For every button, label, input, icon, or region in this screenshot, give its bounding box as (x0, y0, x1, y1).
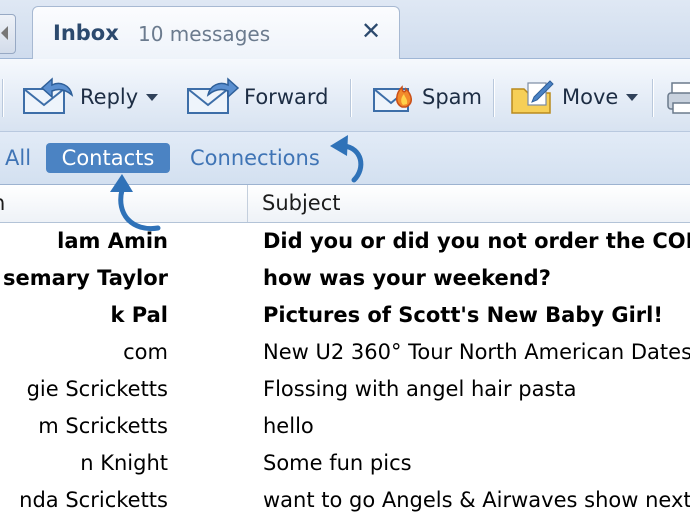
message-list: lam Amin Did you or did you not order th… (0, 223, 690, 518)
message-row[interactable]: m Scricketts hello (0, 408, 690, 445)
message-subject: Flossing with angel hair pasta (263, 377, 577, 401)
message-sender: nda Scricketts (19, 488, 168, 512)
spam-button[interactable]: Spam (372, 75, 482, 119)
callout-arrow-icon (330, 135, 364, 183)
message-sender: gie Scricketts (26, 377, 168, 401)
chevron-left-icon (1, 26, 8, 40)
chevron-down-icon[interactable] (146, 93, 159, 101)
message-sender: com (123, 340, 168, 364)
message-subject: want to go Angels & Airwaves show next (263, 488, 690, 512)
tab-strip: Inbox 10 messages ✕ (0, 0, 690, 60)
filter-all[interactable]: All (5, 146, 31, 170)
print-button[interactable] (664, 75, 690, 119)
toolbar-divider (350, 79, 351, 117)
filter-contacts[interactable]: Contacts (46, 143, 170, 173)
message-subject: how was your weekend? (263, 266, 551, 290)
message-subject: Did you or did you not order the COI (263, 229, 690, 253)
forward-button[interactable]: Forward (186, 75, 328, 119)
callout-arrow-icon (110, 174, 161, 232)
column-header-subject[interactable]: Subject (262, 191, 341, 215)
tab-inbox[interactable]: Inbox 10 messages ✕ (32, 6, 400, 60)
message-subject: hello (263, 414, 314, 438)
message-subject: Some fun pics (263, 451, 412, 475)
toolbar-divider (2, 79, 3, 117)
tab-scroll-left-button[interactable] (0, 14, 16, 54)
message-sender: semary Taylor (3, 266, 168, 290)
tab-message-count: 10 messages (138, 22, 271, 46)
message-row[interactable]: gie Scricketts Flossing with angel hair … (0, 371, 690, 408)
move-label: Move (562, 85, 619, 109)
toolbar-divider (493, 79, 494, 117)
reply-button[interactable]: Reply (22, 75, 159, 119)
message-sender: n Knight (80, 451, 168, 475)
toolbar: Reply Forward Spam Move (0, 59, 690, 132)
message-row[interactable]: semary Taylor how was your weekend? (0, 260, 690, 297)
chevron-down-icon[interactable] (626, 93, 639, 101)
envelope-reply-icon (22, 77, 74, 117)
toolbar-divider (652, 79, 653, 117)
message-subject: Pictures of Scott's New Baby Girl! (263, 303, 663, 327)
message-row[interactable]: n Knight Some fun pics (0, 445, 690, 482)
tab-title: Inbox (53, 21, 119, 45)
printer-icon (664, 77, 690, 117)
message-sender: k Pal (110, 303, 168, 327)
forward-label: Forward (244, 85, 329, 109)
column-resize-handle[interactable] (247, 185, 248, 222)
column-header-from[interactable]: n (0, 191, 5, 215)
envelope-spam-icon (372, 77, 416, 117)
filter-connections[interactable]: Connections (190, 146, 320, 170)
spam-label: Spam (422, 85, 482, 109)
message-row[interactable]: com New U2 360° Tour North American Date… (0, 334, 690, 371)
message-sender: m Scricketts (38, 414, 168, 438)
close-icon[interactable]: ✕ (361, 19, 381, 43)
message-subject: New U2 360° Tour North American Dates (263, 340, 690, 364)
message-row[interactable]: k Pal Pictures of Scott's New Baby Girl! (0, 297, 690, 334)
envelope-forward-icon (186, 77, 240, 117)
reply-label: Reply (80, 85, 139, 109)
folder-move-icon (510, 77, 556, 117)
move-button[interactable]: Move (510, 75, 639, 119)
message-row[interactable]: nda Scricketts want to go Angels & Airwa… (0, 482, 690, 518)
